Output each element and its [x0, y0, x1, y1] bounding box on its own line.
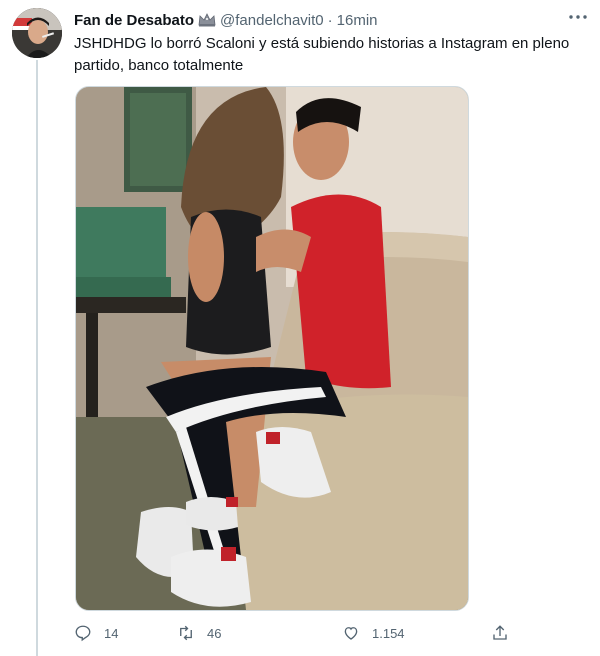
share-icon — [493, 625, 507, 640]
crown-emoji-icon — [198, 13, 216, 27]
tweet-photo[interactable] — [75, 86, 469, 611]
avatar[interactable] — [12, 8, 62, 58]
tweet-actions: 14 46 1.154 — [74, 620, 514, 646]
tweet-text: JSHDHDG lo borró Scaloni y está subiendo… — [74, 35, 570, 74]
retweet-count: 46 — [207, 625, 222, 641]
share-button[interactable] — [491, 620, 521, 646]
author-name[interactable]: Fan de Desabato — [74, 12, 194, 29]
avatar-image — [12, 8, 62, 58]
like-button[interactable]: 1.154 — [342, 620, 405, 646]
author-handle[interactable]: @fandelchavit0 — [220, 12, 324, 29]
more-horizontal-icon[interactable] — [566, 8, 590, 26]
retweet-icon — [180, 625, 192, 641]
reply-icon — [75, 625, 91, 642]
reply-button[interactable]: 14 — [74, 620, 118, 646]
tweet-timestamp[interactable]: 16min — [337, 12, 378, 29]
tweet-header: Fan de Desabato @fandelchavit0 · 16min — [74, 10, 588, 30]
retweet-button[interactable]: 46 — [177, 620, 221, 646]
reply-count: 14 — [104, 625, 119, 641]
heart-icon — [344, 627, 358, 640]
separator-dot: · — [327, 11, 333, 29]
thread-line — [36, 60, 38, 656]
photo-content — [76, 87, 468, 610]
like-count: 1.154 — [372, 625, 405, 641]
